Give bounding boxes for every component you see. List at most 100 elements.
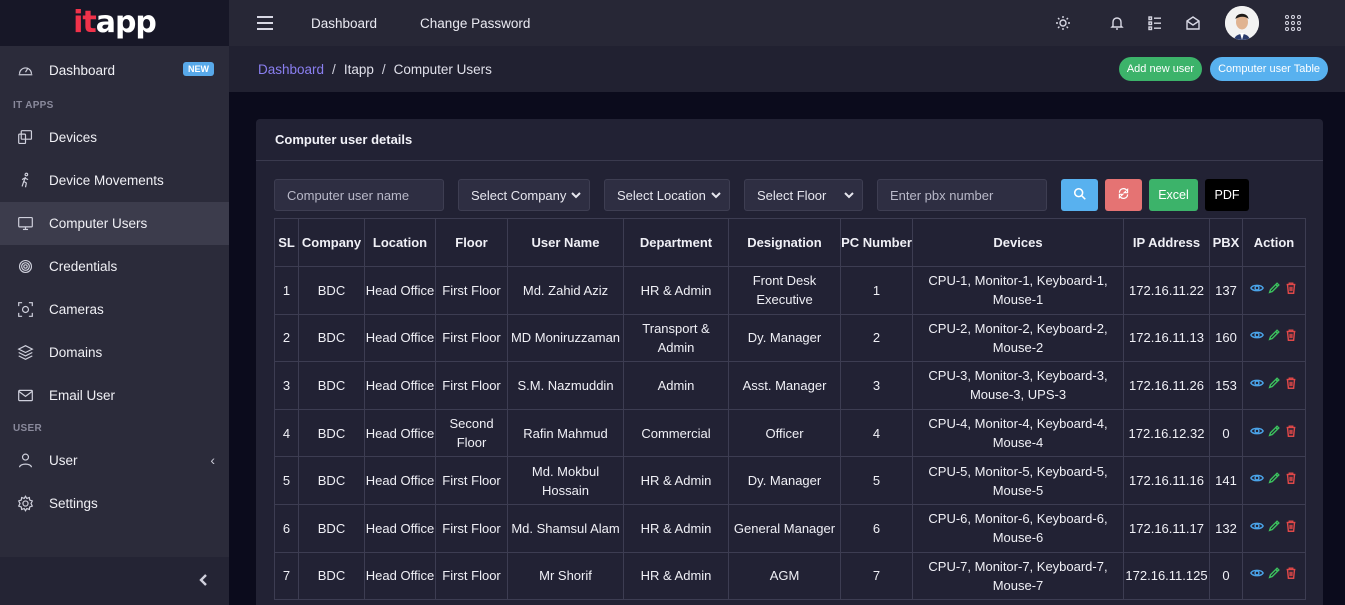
cell-pbx: 137: [1209, 266, 1243, 315]
avatar-photo-icon: [1225, 6, 1259, 40]
edit-pencil-icon[interactable]: [1267, 376, 1281, 395]
column-header-sl: SL: [274, 218, 299, 267]
excel-export-button[interactable]: Excel: [1149, 179, 1198, 211]
column-header-action: Action: [1242, 218, 1306, 267]
cell-pc-number: 3: [840, 361, 913, 410]
task-list-icon[interactable]: [1145, 13, 1165, 33]
cell-user-name: S.M. Nazmuddin: [507, 361, 624, 410]
cell-company: BDC: [298, 408, 365, 458]
cell-company: BDC: [298, 266, 365, 315]
cell-floor: First Floor: [435, 313, 508, 363]
view-eye-icon[interactable]: [1250, 471, 1264, 490]
sidebar-item-label: Cameras: [49, 302, 104, 317]
view-eye-icon[interactable]: [1250, 328, 1264, 347]
top-icons: [1033, 0, 1345, 46]
cell-devices: CPU-6, Monitor-6, Keyboard-6, Mouse-6: [912, 503, 1124, 553]
cell-user-name: Md. Shamsul Alam: [507, 503, 624, 553]
location-select[interactable]: Select Location: [604, 179, 730, 211]
delete-trash-icon[interactable]: [1284, 471, 1298, 490]
view-eye-icon[interactable]: [1250, 424, 1264, 443]
cell-ip-address: 172.16.11.16: [1123, 456, 1210, 505]
envelope-open-icon[interactable]: [1183, 13, 1203, 33]
top-link-change-password[interactable]: Change Password: [420, 16, 530, 31]
sidebar-collapse-button[interactable]: [0, 557, 229, 605]
reset-button[interactable]: [1105, 179, 1142, 211]
floor-select[interactable]: Select Floor: [744, 179, 863, 211]
section-label-it-apps: IT APPS: [13, 99, 54, 111]
pdf-export-button[interactable]: PDF: [1205, 179, 1249, 211]
computer-user-details-card: Computer user details Select Company Sel…: [256, 119, 1323, 605]
delete-trash-icon[interactable]: [1284, 281, 1298, 300]
cell-action: [1242, 551, 1306, 601]
edit-pencil-icon[interactable]: [1267, 566, 1281, 585]
cell-designation: AGM: [728, 551, 841, 601]
cell-pc-number: 7: [840, 551, 913, 601]
breadcrumb-separator: /: [332, 61, 336, 77]
logo[interactable]: itapp: [0, 0, 229, 46]
cell-department: HR & Admin: [623, 551, 729, 601]
cell-pbx: 160: [1209, 313, 1243, 363]
sidebar-item-user[interactable]: User ‹: [0, 439, 229, 482]
sidebar-item-label: Email User: [49, 388, 116, 403]
add-new-user-button[interactable]: Add new user: [1118, 57, 1203, 81]
computer-users-table: SL Company Location Floor User Name Depa…: [274, 218, 1306, 601]
apps-grid-icon[interactable]: [1285, 15, 1301, 31]
cell-user-name: Md. Mokbul Hossain: [507, 456, 624, 505]
delete-trash-icon[interactable]: [1284, 424, 1298, 443]
edit-pencil-icon[interactable]: [1267, 519, 1281, 538]
avatar[interactable]: [1225, 6, 1259, 40]
sidebar-item-computer-users[interactable]: Computer Users: [0, 202, 229, 245]
sidebar-item-settings[interactable]: Settings: [0, 482, 229, 525]
cell-sl: 6: [274, 503, 299, 553]
edit-pencil-icon[interactable]: [1267, 281, 1281, 300]
view-eye-icon[interactable]: [1250, 376, 1264, 395]
cell-devices: CPU-2, Monitor-2, Keyboard-2, Mouse-2: [912, 313, 1124, 363]
sidebar-item-credentials[interactable]: Credentials: [0, 245, 229, 288]
breadcrumb-dashboard[interactable]: Dashboard: [258, 62, 324, 77]
bell-icon[interactable]: [1107, 13, 1127, 33]
card-title: Computer user details: [256, 119, 1323, 161]
computer-user-name-input[interactable]: [274, 179, 444, 211]
delete-trash-icon[interactable]: [1284, 566, 1298, 585]
view-eye-icon[interactable]: [1250, 519, 1264, 538]
company-select[interactable]: Select Company: [458, 179, 590, 211]
cell-ip-address: 172.16.11.17: [1123, 503, 1210, 553]
delete-trash-icon[interactable]: [1284, 376, 1298, 395]
camera-icon: [16, 301, 34, 319]
sidebar-item-cameras[interactable]: Cameras: [0, 288, 229, 331]
edit-pencil-icon[interactable]: [1267, 328, 1281, 347]
cell-location: Head Office: [364, 456, 436, 505]
sidebar-item-devices[interactable]: Devices: [0, 116, 229, 159]
sidebar-nav: Dashboard NEW IT APPS Devices Device Mov…: [0, 46, 229, 525]
delete-trash-icon[interactable]: [1284, 328, 1298, 347]
sidebar-item-email-user[interactable]: Email User: [0, 374, 229, 417]
pbx-number-input[interactable]: [877, 179, 1047, 211]
cell-action: [1242, 456, 1306, 505]
table-header-row: SL Company Location Floor User Name Depa…: [274, 218, 1306, 267]
edit-pencil-icon[interactable]: [1267, 471, 1281, 490]
computer-user-table-button[interactable]: Computer user Table: [1210, 57, 1328, 81]
sidebar-item-domains[interactable]: Domains: [0, 331, 229, 374]
edit-pencil-icon[interactable]: [1267, 424, 1281, 443]
sun-icon[interactable]: [1053, 13, 1073, 33]
gear-icon: [16, 495, 34, 513]
monitor-icon: [16, 215, 34, 233]
cell-pc-number: 1: [840, 266, 913, 315]
delete-trash-icon[interactable]: [1284, 519, 1298, 538]
cell-floor: First Floor: [435, 456, 508, 505]
chevron-left-icon[interactable]: ‹: [210, 452, 215, 468]
sidebar-item-dashboard[interactable]: Dashboard NEW: [0, 46, 229, 94]
cell-floor: First Floor: [435, 503, 508, 553]
cell-company: BDC: [298, 456, 365, 505]
top-link-dashboard[interactable]: Dashboard: [311, 16, 377, 31]
view-eye-icon[interactable]: [1250, 566, 1264, 585]
sidebar-item-device-movements[interactable]: Device Movements: [0, 159, 229, 202]
cell-department: HR & Admin: [623, 503, 729, 553]
cell-sl: 1: [274, 266, 299, 315]
table-row: 7 BDC Head Office First Floor Mr Shorif HR & …: [274, 551, 1306, 601]
hamburger-menu-icon[interactable]: [257, 16, 273, 30]
view-eye-icon[interactable]: [1250, 281, 1264, 300]
column-header-department: Department: [623, 218, 729, 267]
sidebar-item-label: Dashboard: [49, 62, 116, 78]
search-button[interactable]: [1061, 179, 1098, 211]
